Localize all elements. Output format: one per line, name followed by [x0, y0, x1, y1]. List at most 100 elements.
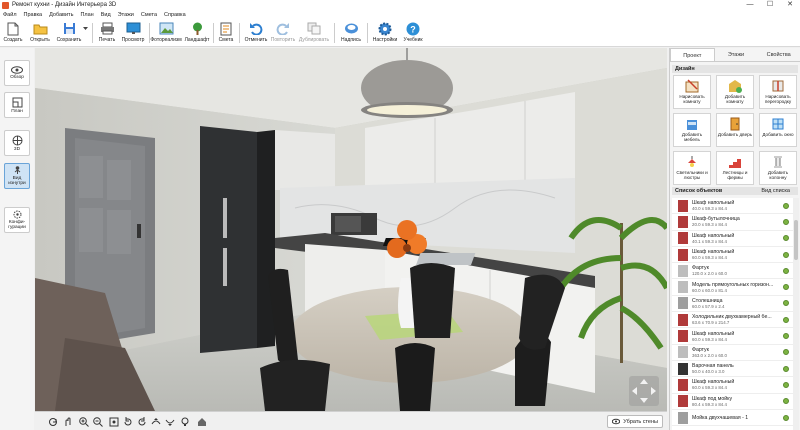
hide-walls-button[interactable]: Убрать стены	[607, 415, 663, 428]
interior-view-button[interactable]: Вид изнутри	[4, 163, 30, 189]
3d-viewport[interactable]	[35, 48, 667, 411]
toolbar: Создать Открыть Сохранить Печать Просмот…	[0, 19, 800, 47]
zoom-out-icon[interactable]	[92, 416, 103, 427]
preview-button[interactable]: Просмотр	[121, 20, 145, 46]
object-list-item[interactable]: Шкаф под мойку 80.4 x 59.3 x 84.4	[672, 394, 793, 410]
visibility-toggle[interactable]	[783, 235, 789, 242]
pan-icon[interactable]	[62, 416, 73, 427]
configurations-button[interactable]: Конфи- гурации	[4, 207, 30, 233]
visibility-toggle[interactable]	[783, 267, 789, 274]
furniture-icon	[687, 120, 697, 130]
fit-view-icon[interactable]	[108, 416, 119, 427]
object-list-item[interactable]: Модель прямоугольных горизон... 60.0 x 60…	[672, 279, 793, 296]
rotate-left-icon[interactable]	[122, 416, 133, 427]
undo-button[interactable]: Отменить	[243, 20, 269, 46]
add-room-button[interactable]: Добавить комнату	[716, 75, 754, 109]
add-column-button[interactable]: Добавить колонну	[759, 151, 797, 185]
close-button[interactable]: ✕	[780, 0, 800, 10]
print-button[interactable]: Печать	[96, 20, 118, 46]
photorealism-button[interactable]: Фотореализм	[150, 20, 182, 46]
visibility-toggle[interactable]	[783, 365, 789, 372]
object-list-item[interactable]: Шкаф-бутылочница 20.0 x 59.3 x 84.4	[672, 214, 793, 231]
overview-button[interactable]: Обзор	[4, 60, 30, 86]
object-thumbnail	[678, 395, 688, 408]
open-button[interactable]: Открыть	[29, 20, 51, 46]
zoom-in-icon[interactable]	[78, 416, 89, 427]
rotate-right-icon[interactable]	[136, 416, 147, 427]
visibility-toggle[interactable]	[783, 251, 789, 258]
add-door-button[interactable]: Добавить дверь	[716, 113, 754, 147]
visibility-toggle[interactable]	[783, 316, 789, 323]
object-list-item[interactable]: Шкаф напольный 60.0 x 59.3 x 84.4	[672, 328, 793, 345]
tab-properties[interactable]: Свойства	[757, 48, 800, 61]
object-list-item[interactable]: Варочная панель 50.0 x 40.0 x 3.0	[672, 361, 793, 378]
object-list-item[interactable]: Шкаф напольный 60.0 x 59.3 x 84.4	[672, 247, 793, 264]
object-dimensions: 20.0 x 59.3 x 84.4	[692, 222, 727, 228]
settings-button[interactable]: Настройки	[371, 20, 399, 46]
visibility-toggle[interactable]	[783, 349, 789, 356]
lamps-button[interactable]: Светильники и люстры	[673, 151, 711, 185]
object-thumbnail	[678, 232, 688, 245]
maximize-button[interactable]: ☐	[760, 0, 780, 10]
list-view-toggle[interactable]: Вид списка	[761, 187, 790, 195]
save-dropdown[interactable]	[82, 20, 88, 46]
light-icon[interactable]	[179, 416, 190, 427]
object-thumbnail	[678, 411, 688, 424]
add-window-button[interactable]: Добавить окно	[759, 113, 797, 147]
object-list-item[interactable]: Фартук 363.0 x 2.0 x 60.0	[672, 345, 793, 361]
menu-estimate[interactable]: Смета	[141, 12, 157, 18]
menu-view[interactable]: Вид	[101, 12, 111, 18]
visibility-toggle[interactable]	[783, 300, 789, 307]
home-icon[interactable]	[196, 416, 207, 427]
navigation-pad[interactable]	[629, 376, 659, 406]
object-thumbnail	[678, 264, 688, 277]
add-furniture-button[interactable]: Добавить мебель	[673, 113, 711, 147]
menu-edit[interactable]: Правка	[24, 12, 43, 18]
object-list-item[interactable]: Фартук 120.0 x 2.0 x 60.0	[672, 263, 793, 280]
object-list-scrollbar[interactable]	[793, 198, 799, 430]
3d-icon	[12, 135, 22, 145]
draw-room-button[interactable]: Нарисовать комнату	[673, 75, 711, 109]
tab-project[interactable]: Проект	[670, 48, 715, 61]
create-button[interactable]: Создать	[3, 20, 23, 46]
menu-help[interactable]: Справка	[164, 12, 186, 18]
plan-button[interactable]: План	[4, 92, 30, 118]
tutorial-button[interactable]: ? Учебник	[401, 20, 425, 46]
visibility-toggle[interactable]	[783, 202, 789, 209]
object-dimensions: 120.0 x 2.0 x 60.0	[692, 271, 727, 277]
draw-partition-button[interactable]: Нарисовать перегородку	[759, 75, 797, 109]
visibility-toggle[interactable]	[783, 414, 789, 421]
menu-file[interactable]: Файл	[3, 12, 17, 18]
estimate-button[interactable]: Смета	[216, 20, 236, 46]
tab-floors[interactable]: Этажи	[715, 48, 758, 61]
visibility-toggle[interactable]	[783, 398, 789, 405]
visibility-toggle[interactable]	[783, 381, 789, 388]
landscape-button[interactable]: Ландшафт	[184, 20, 210, 46]
object-dimensions: 60.0 x 59.3 x 84.4	[692, 336, 727, 342]
tilt-down-icon[interactable]	[164, 416, 175, 427]
tilt-up-icon[interactable]	[150, 416, 161, 427]
signature-button[interactable]: Надпись	[339, 20, 363, 46]
save-button[interactable]: Сохранить	[55, 20, 83, 46]
object-list-item[interactable]: Мойка двухчашевая - 1	[672, 410, 793, 427]
rotate-icon[interactable]	[47, 416, 58, 427]
3d-button[interactable]: 3D	[4, 130, 30, 156]
menu-add[interactable]: Добавить	[49, 12, 73, 18]
minimize-button[interactable]: —	[740, 0, 760, 10]
redo-button[interactable]: Повторить	[270, 20, 296, 46]
duplicate-button[interactable]: Дублировать	[298, 20, 330, 46]
visibility-toggle[interactable]	[783, 284, 789, 291]
monitor-icon	[126, 21, 141, 36]
object-list-item[interactable]: Холодильник двухкамерный бе... 63.6 x 70.…	[672, 312, 793, 329]
object-list-item[interactable]: Столешница 60.0 x 57.9 x 2.4	[672, 296, 793, 313]
object-thumbnail	[678, 215, 688, 228]
visibility-toggle[interactable]	[783, 218, 789, 225]
object-list-item[interactable]: Шкаф напольный 40.0 x 59.3 x 84.4	[672, 198, 793, 215]
stairs-button[interactable]: Лестницы и фермы	[716, 151, 754, 185]
window-title: Ремонт кухни - Дизайн Интерьера 3D	[12, 2, 117, 8]
object-list-item[interactable]: Шкаф напольный 40.1 x 59.3 x 84.4	[672, 231, 793, 247]
menu-plan[interactable]: План	[80, 12, 93, 18]
menu-floors[interactable]: Этажи	[118, 12, 134, 18]
object-list-item[interactable]: Шкаф напольный 60.0 x 59.3 x 84.4	[672, 377, 793, 394]
visibility-toggle[interactable]	[783, 333, 789, 340]
